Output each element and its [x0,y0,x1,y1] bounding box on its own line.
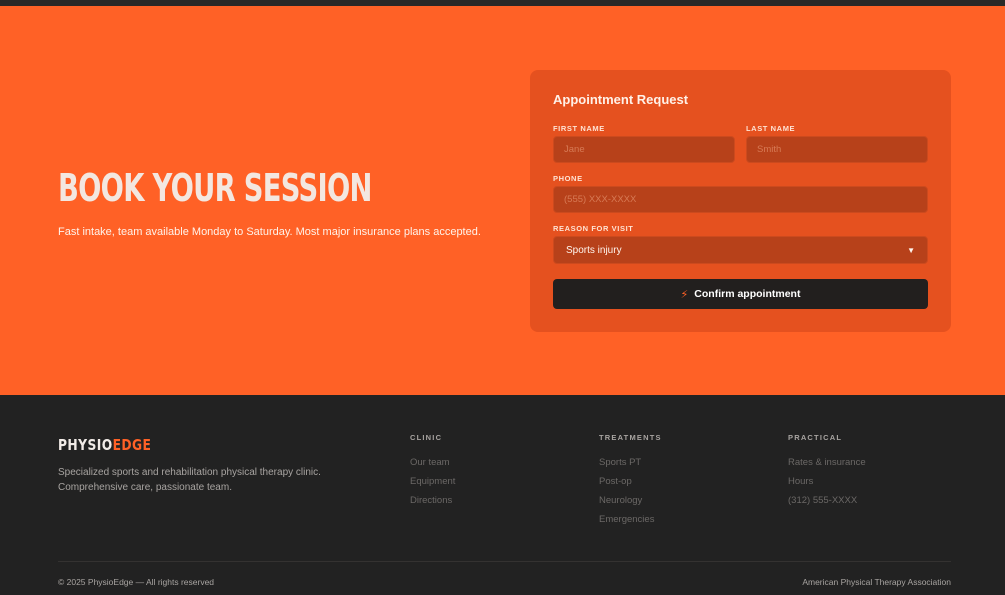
first-name-label: FIRST NAME [553,124,605,133]
footer-link-emergencies[interactable]: Emergencies [599,510,662,529]
reason-select[interactable]: Sports injury ▼ [553,236,928,264]
confirm-appointment-button[interactable]: ⚡ Confirm appointment [553,279,928,309]
association-text: American Physical Therapy Association [802,577,951,587]
footer-link-phone[interactable]: (312) 555-XXXX [788,491,866,510]
reason-label: REASON FOR VISIT [553,224,634,233]
footer-logo[interactable]: PHYSIOEDGE [58,436,151,454]
footer-link-directions[interactable]: Directions [410,491,455,510]
site-footer: PHYSIOEDGE Specialized sports and rehabi… [0,395,1005,595]
appointment-form: Appointment Request FIRST NAME LAST NAME… [530,70,951,332]
last-name-label: LAST NAME [746,124,796,133]
logo-part-physio: PHYSIO [58,436,113,454]
footer-divider [58,561,951,562]
footer-link-post-op[interactable]: Post-op [599,472,662,491]
form-title: Appointment Request [553,92,689,107]
chevron-down-icon: ▼ [907,245,915,255]
footer-column-clinic: CLINIC Our team Equipment Directions [410,433,455,510]
footer-link-equipment[interactable]: Equipment [410,472,455,491]
footer-link-rates-insurance[interactable]: Rates & insurance [788,453,866,472]
footer-heading-clinic: CLINIC [410,433,443,442]
footer-heading-treatments: TREATMENTS [599,433,662,442]
footer-column-practical: PRACTICAL Rates & insurance Hours (312) … [788,433,866,510]
reason-selected-value: Sports injury [566,244,622,256]
phone-input[interactable] [553,186,928,213]
confirm-appointment-label: Confirm appointment [694,288,801,300]
booking-section: BOOK YOUR SESSION Fast intake, team avai… [0,6,1005,395]
footer-link-hours[interactable]: Hours [788,472,866,491]
logo-part-edge: EDGE [112,436,152,454]
phone-label: PHONE [553,174,583,183]
copyright-text: © 2025 PhysioEdge — All rights reserved [58,577,215,587]
bolt-icon: ⚡ [680,288,689,301]
footer-link-our-team[interactable]: Our team [410,453,455,472]
footer-description: Specialized sports and rehabilitation ph… [58,467,321,493]
hero-subtitle: Fast intake, team available Monday to Sa… [58,226,481,238]
hero-title: BOOK YOUR SESSION [58,166,372,210]
footer-heading-practical: PRACTICAL [788,433,843,442]
last-name-input[interactable] [746,136,928,163]
footer-column-treatments: TREATMENTS Sports PT Post-op Neurology E… [599,433,662,529]
footer-link-sports-pt[interactable]: Sports PT [599,453,662,472]
footer-link-neurology[interactable]: Neurology [599,491,662,510]
first-name-input[interactable] [553,136,735,163]
